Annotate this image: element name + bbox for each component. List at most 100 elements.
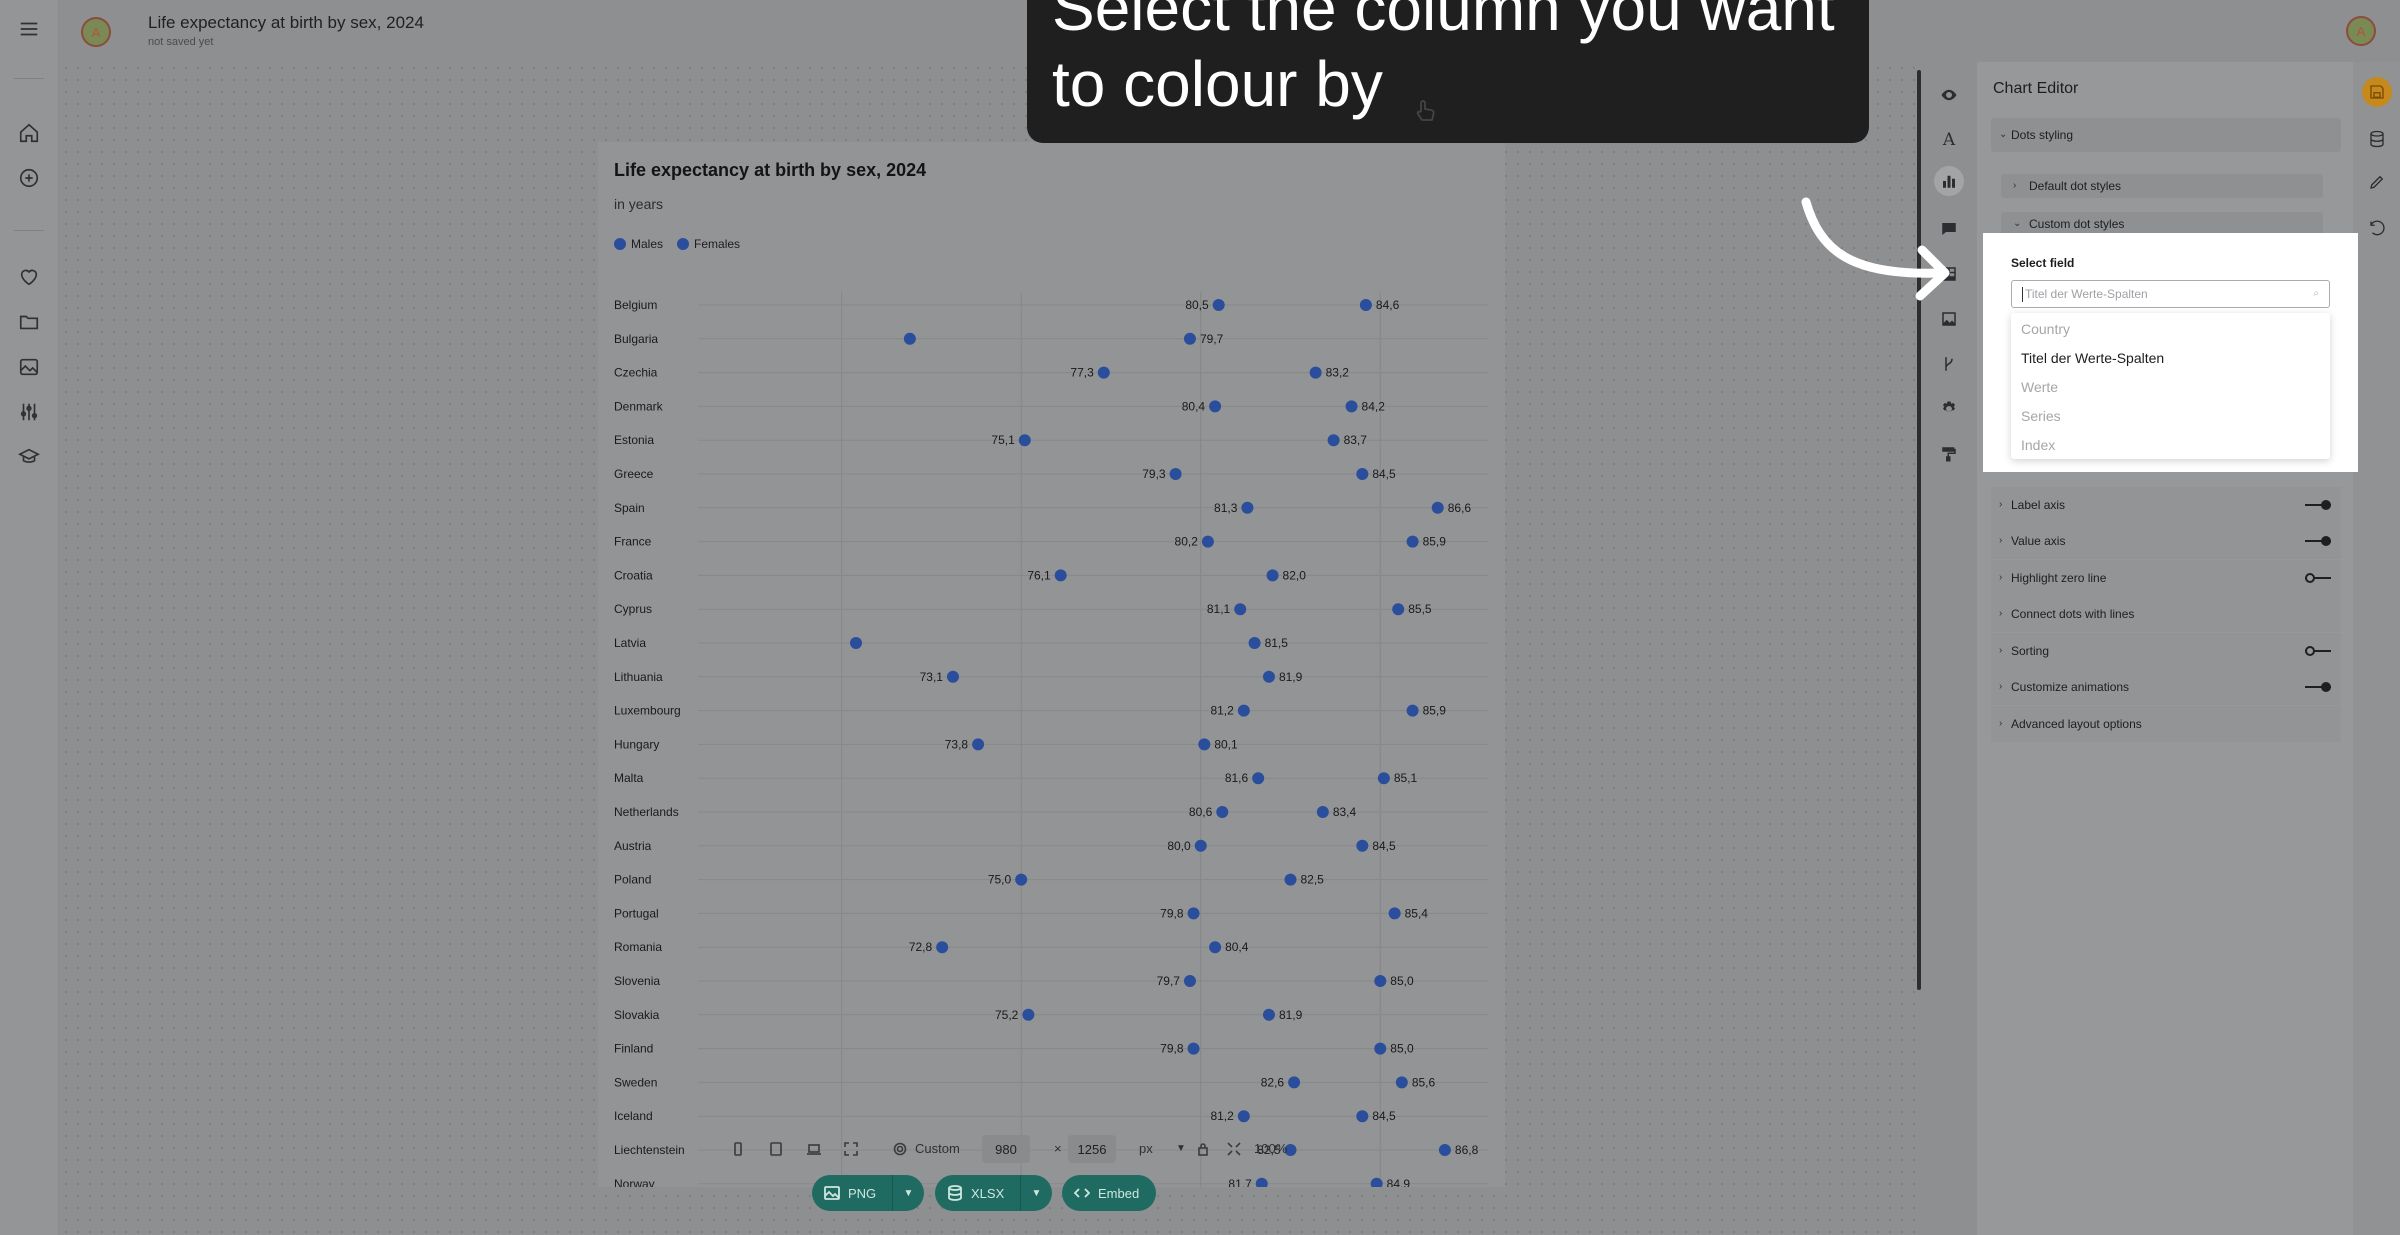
- eye-icon[interactable]: [1938, 84, 1960, 106]
- user-avatar[interactable]: A: [2346, 16, 2376, 46]
- data-label: 80,4: [1182, 399, 1206, 413]
- option-country[interactable]: Country: [2021, 321, 2070, 337]
- highlight-zero-line-toggle[interactable]: [2305, 573, 2331, 583]
- category-label: Belgium: [614, 298, 657, 312]
- option-index[interactable]: Index: [2021, 437, 2055, 453]
- zoom-level[interactable]: 100%: [1254, 1141, 1287, 1156]
- tablet-icon[interactable]: [769, 1142, 783, 1156]
- female-dot: [1248, 637, 1261, 649]
- export-png-button[interactable]: PNG ▼: [812, 1175, 924, 1211]
- fullscreen-icon[interactable]: [844, 1142, 858, 1156]
- chart-legend: Males Females: [614, 237, 740, 251]
- data-label: 84,5: [1372, 1109, 1396, 1123]
- option-series[interactable]: Series: [2021, 408, 2061, 424]
- graduation-cap-icon[interactable]: [18, 446, 40, 468]
- add-icon[interactable]: [18, 167, 40, 189]
- chevron-right-icon: ›: [1999, 681, 2003, 692]
- unit-select[interactable]: px: [1139, 1141, 1153, 1156]
- sliders-icon[interactable]: [18, 401, 40, 423]
- female-dot: [1266, 569, 1279, 582]
- data-label: 86,6: [1448, 501, 1472, 515]
- row-label: Label axis: [2011, 498, 2066, 512]
- undo-icon[interactable]: [2365, 217, 2389, 241]
- chart-title: Life expectancy at birth by sex, 2024: [614, 160, 927, 180]
- female-dot: [1431, 501, 1444, 514]
- document-title[interactable]: Life expectancy at birth by sex, 2024: [148, 13, 424, 33]
- folder-icon[interactable]: [18, 311, 40, 333]
- database-icon[interactable]: [2365, 127, 2389, 151]
- category-label: Finland: [614, 1042, 653, 1056]
- data-label: 79,3: [1142, 467, 1166, 481]
- tutorial-banner: Select the column you want to colour by: [1027, 0, 1869, 143]
- rail-divider: [14, 78, 44, 79]
- typography-icon[interactable]: A: [1938, 129, 1960, 151]
- row-highlight-zero-line[interactable]: › Highlight zero line: [1991, 560, 2341, 596]
- legend-item-females: Females: [677, 237, 740, 251]
- width-input[interactable]: 980: [982, 1135, 1030, 1163]
- female-dot: [1359, 299, 1372, 311]
- option-werte[interactable]: Werte: [2021, 379, 2058, 395]
- toggle-knob: [2305, 646, 2315, 656]
- chevron-down-icon[interactable]: ▼: [892, 1175, 924, 1211]
- embed-button[interactable]: Embed: [1062, 1175, 1156, 1211]
- section-dots-styling[interactable]: ⌄ Dots styling: [1991, 118, 2341, 152]
- laptop-icon[interactable]: [807, 1142, 821, 1156]
- row-advanced-layout[interactable]: › Advanced layout options: [1991, 706, 2341, 742]
- image-icon: [824, 1186, 840, 1200]
- data-label: 80,5: [1185, 298, 1209, 312]
- pencil-icon[interactable]: [2365, 170, 2389, 194]
- tutorial-banner-text: Select the column you want to colour by: [1052, 0, 1835, 120]
- gear-icon[interactable]: [1938, 398, 1960, 420]
- data-label: 79,8: [1160, 906, 1184, 920]
- toggle-knob: [2321, 536, 2331, 546]
- row-label-axis[interactable]: › Label axis: [1991, 487, 2341, 523]
- category-label: Poland: [614, 873, 651, 887]
- select-field-input[interactable]: Titel der Werte-Spalten ⌕: [2011, 280, 2330, 308]
- data-label: 84,9: [1387, 1177, 1411, 1187]
- home-icon[interactable]: [18, 122, 40, 144]
- row-connect-dots[interactable]: › Connect dots with lines: [1991, 596, 2341, 632]
- female-dot: [1327, 434, 1340, 447]
- category-label: Lithuania: [614, 670, 663, 684]
- row-label: Customize animations: [2011, 680, 2130, 694]
- mobile-icon[interactable]: [731, 1142, 745, 1156]
- branch-icon[interactable]: [1938, 353, 1960, 375]
- height-input[interactable]: 1256: [1068, 1135, 1116, 1163]
- heart-icon[interactable]: [18, 266, 40, 288]
- category-label: Netherlands: [614, 805, 679, 819]
- value-axis-toggle[interactable]: [2305, 536, 2331, 546]
- male-dot: [1183, 975, 1196, 987]
- animations-toggle[interactable]: [2305, 682, 2331, 692]
- save-icon[interactable]: [2362, 77, 2392, 107]
- size-preset[interactable]: Custom: [915, 1141, 960, 1156]
- chevron-down-icon[interactable]: ▼: [1176, 1143, 1186, 1154]
- option-titel-der-werte-spalten[interactable]: Titel der Werte-Spalten: [2021, 350, 2164, 366]
- row-sorting[interactable]: › Sorting: [1991, 633, 2341, 669]
- row-value-axis[interactable]: › Value axis: [1991, 523, 2341, 559]
- section-default-dot-styles[interactable]: › Default dot styles: [2001, 174, 2323, 198]
- lock-icon[interactable]: [1196, 1142, 1210, 1156]
- female-dot: [1345, 400, 1358, 413]
- chevron-down-icon[interactable]: ▼: [1020, 1175, 1052, 1211]
- image-icon[interactable]: [18, 356, 40, 378]
- zoom-fit-icon[interactable]: [1227, 1142, 1241, 1156]
- editor-title: Chart Editor: [1993, 80, 2079, 97]
- paint-roller-icon[interactable]: [1938, 443, 1960, 465]
- section-label: Default dot styles: [2029, 179, 2122, 193]
- section-label: Dots styling: [2011, 128, 2074, 142]
- row-customize-animations[interactable]: › Customize animations: [1991, 669, 2341, 705]
- category-label: Luxembourg: [614, 704, 681, 718]
- male-dot: [1187, 907, 1200, 920]
- export-xlsx-button[interactable]: XLSX ▼: [935, 1175, 1052, 1211]
- left-navigation-rail: [0, 0, 59, 1235]
- sorting-toggle[interactable]: [2305, 646, 2331, 656]
- data-label: 81,2: [1210, 704, 1234, 718]
- category-label: France: [614, 535, 652, 549]
- project-avatar[interactable]: A: [81, 17, 111, 47]
- menu-icon[interactable]: [18, 18, 40, 40]
- male-dot: [1015, 873, 1028, 886]
- tutorial-arrow: [1801, 197, 1950, 301]
- male-dot: [1018, 434, 1031, 447]
- data-label: 85,4: [1405, 906, 1429, 920]
- label-axis-toggle[interactable]: [2305, 500, 2331, 510]
